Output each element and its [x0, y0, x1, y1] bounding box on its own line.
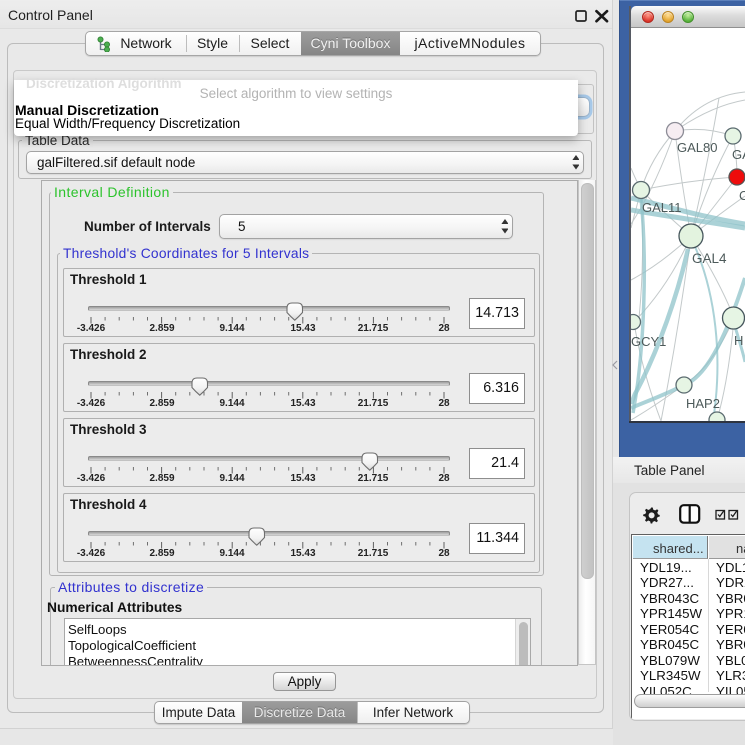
svg-text:GAL11: GAL11	[642, 200, 682, 215]
svg-text:GAL4: GAL4	[692, 251, 727, 266]
svg-text:C: C	[739, 188, 745, 203]
svg-text:GAL80: GAL80	[677, 140, 717, 155]
svg-text:GCY1: GCY1	[631, 334, 666, 349]
svg-text:HAP2: HAP2	[686, 396, 720, 411]
svg-text:GA: GA	[732, 147, 745, 162]
svg-text:H: H	[734, 333, 743, 348]
